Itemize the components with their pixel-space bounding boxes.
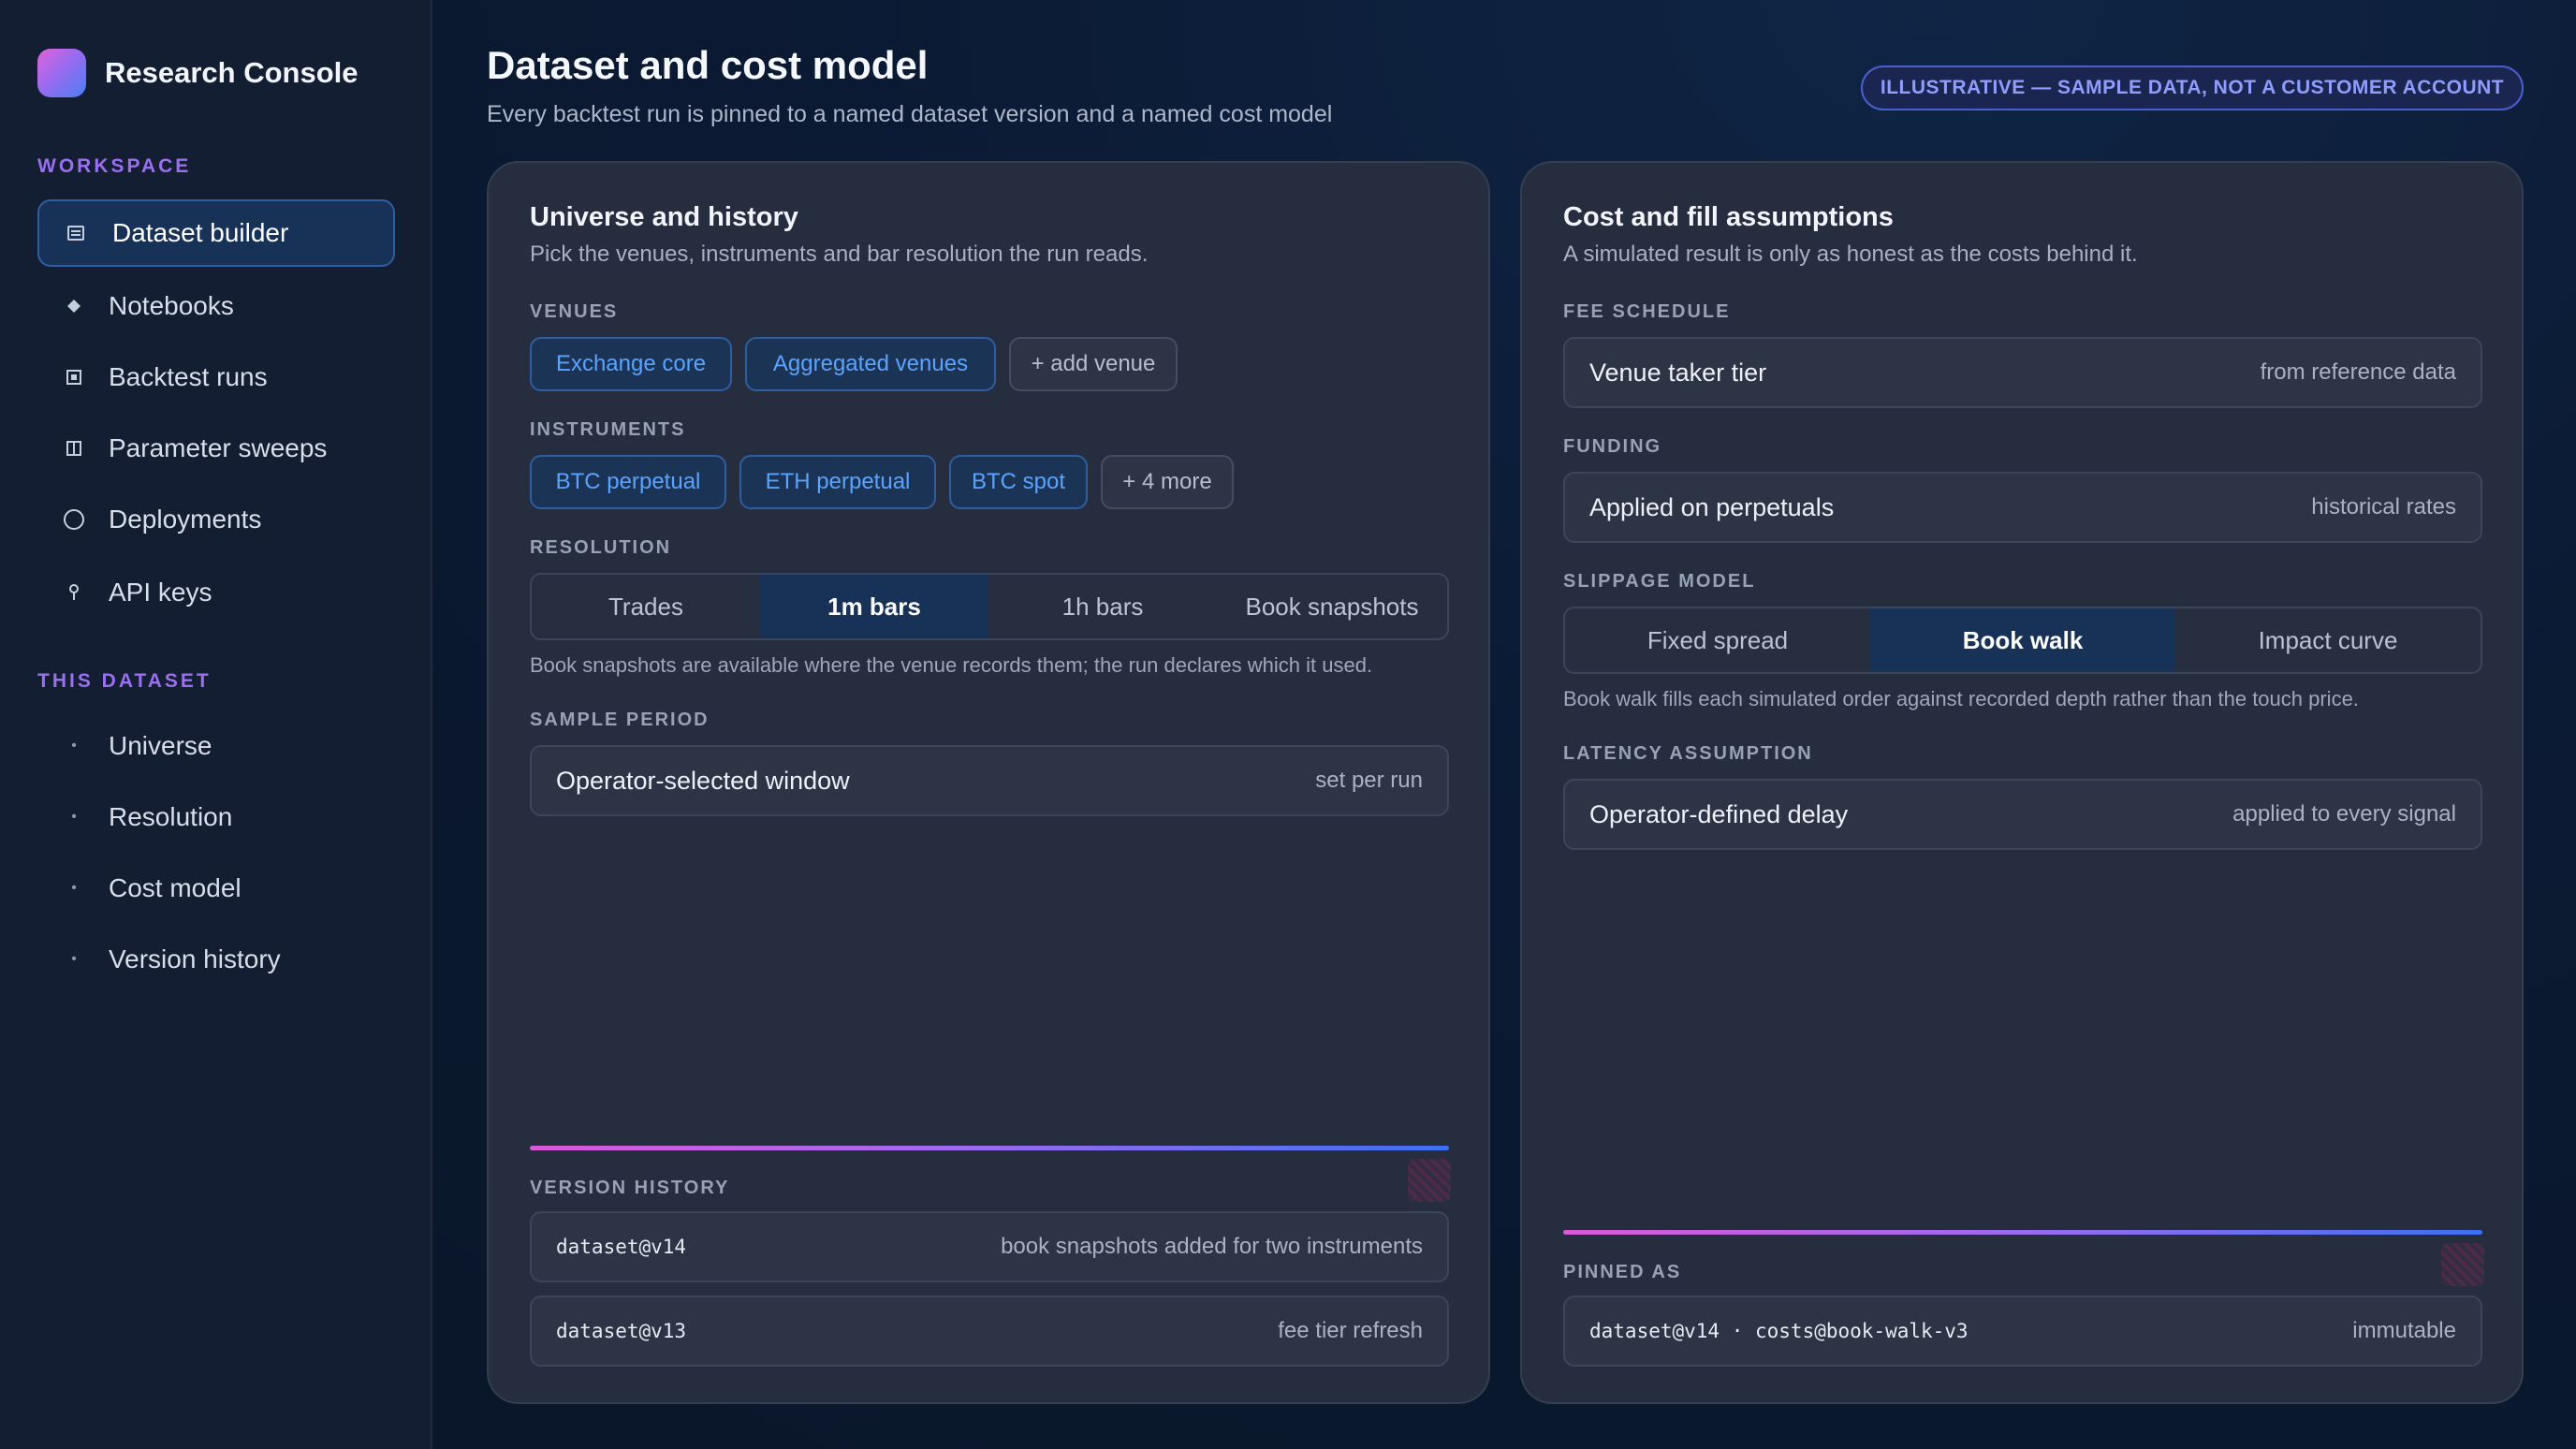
costs-panel: Cost and fill assumptions A simulated re… (1520, 161, 2524, 1404)
resolution-option-1m-bars[interactable]: 1m bars (760, 575, 988, 638)
instrument-chip[interactable]: BTC spot (949, 455, 1088, 509)
funding-label: FUNDING (1563, 436, 1662, 457)
funding-value: Applied on perpetuals (1589, 492, 1835, 521)
dataset-icon (64, 224, 88, 242)
bullet-icon: • (71, 809, 77, 825)
instruments-label: INSTRUMENTS (530, 419, 686, 440)
fee-schedule-field[interactable]: Venue taker tier from reference data (1563, 337, 2482, 408)
instrument-chip[interactable]: ETH perpetual (739, 455, 936, 509)
venues-label: VENUES (530, 301, 619, 322)
version-note: book snapshots added for two instruments (1001, 1234, 1423, 1259)
version-history-label: VERSION HISTORY (530, 1178, 730, 1198)
pinned-status: immutable (2352, 1318, 2456, 1343)
add-venue-button[interactable]: + add venue (1009, 337, 1178, 391)
sidebar-item-resolution[interactable]: • Resolution (37, 783, 395, 851)
latency-value: Operator-defined delay (1589, 799, 1849, 828)
sidebar-item-deployments[interactable]: Deployments (37, 486, 395, 553)
sidebar-item-backtest-runs[interactable]: Backtest runs (37, 344, 395, 411)
resolution-option-trades[interactable]: Trades (532, 575, 760, 638)
version-row[interactable]: dataset@v14 book snapshots added for two… (530, 1211, 1449, 1282)
venue-chip[interactable]: Exchange core (530, 337, 732, 391)
brand-logo (37, 49, 86, 97)
venue-chip[interactable]: Aggregated venues (745, 337, 996, 391)
this-dataset-section-label: THIS DATASET (37, 670, 212, 692)
fee-schedule-label: FEE SCHEDULE (1563, 301, 1731, 322)
sidebar-item-label: Resolution (109, 802, 233, 831)
sidebar-item-cost-model[interactable]: • Cost model (37, 855, 395, 922)
version-row[interactable]: dataset@v13 fee tier refresh (530, 1295, 1449, 1367)
funding-hint: historical rates (2311, 494, 2456, 520)
version-note: fee tier refresh (1278, 1318, 1423, 1343)
sidebar-item-label: Deployments (109, 505, 262, 534)
sidebar-item-parameter-sweeps[interactable]: Parameter sweeps (37, 415, 395, 482)
pinned-as-field[interactable]: dataset@v14 · costs@book-walk-v3 immutab… (1563, 1295, 2482, 1367)
brand-name: Research Console (105, 56, 359, 89)
sidebar: Research Console WORKSPACE Dataset build… (0, 0, 432, 1449)
fee-schedule-value: Venue taker tier (1589, 358, 1767, 387)
panel-title: Universe and history (530, 202, 798, 232)
latency-label: LATENCY ASSUMPTION (1563, 743, 1813, 764)
slippage-segmented-control: Fixed spread Book walk Impact curve (1563, 607, 2482, 674)
universe-panel: Universe and history Pick the venues, in… (487, 161, 1490, 1404)
slippage-model-label: SLIPPAGE MODEL (1563, 571, 1756, 592)
pinned-value: dataset@v14 · costs@book-walk-v3 (1589, 1320, 1969, 1342)
sidebar-item-universe[interactable]: • Universe (37, 712, 395, 780)
sidebar-item-label: Notebooks (109, 291, 234, 320)
sidebar-item-label: Dataset builder (112, 218, 289, 247)
page-title: Dataset and cost model (487, 43, 929, 87)
page-subtitle: Every backtest run is pinned to a named … (487, 101, 1333, 127)
sidebar-item-label: Backtest runs (109, 362, 268, 391)
sample-period-field[interactable]: Operator-selected window set per run (530, 745, 1449, 816)
sidebar-item-notebooks[interactable]: Notebooks (37, 272, 395, 340)
slippage-option-book-walk[interactable]: Book walk (1870, 608, 2175, 672)
sample-period-value: Operator-selected window (556, 766, 850, 795)
bullet-icon: • (71, 951, 77, 967)
pinned-as-label: PINNED AS (1563, 1262, 1682, 1282)
sidebar-item-label: Cost model (109, 873, 242, 902)
sidebar-item-dataset-builder[interactable]: Dataset builder (37, 199, 395, 267)
slippage-note: Book walk fills each simulated order aga… (1563, 687, 2359, 710)
resolution-label: RESOLUTION (530, 537, 672, 558)
version-id: dataset@v14 (556, 1236, 687, 1258)
panel-subtitle: Pick the venues, instruments and bar res… (530, 242, 1149, 267)
resolution-segmented-control: Trades 1m bars 1h bars Book snapshots (530, 573, 1449, 640)
pattern-mark (1408, 1159, 1451, 1202)
sidebar-item-label: API keys (109, 578, 212, 607)
deploy-icon (62, 508, 86, 531)
resolution-option-book-snapshots[interactable]: Book snapshots (1217, 575, 1447, 638)
bullet-icon: • (71, 738, 77, 754)
notebook-icon (62, 297, 86, 315)
sidebar-item-label: Parameter sweeps (109, 433, 328, 462)
workspace-section-label: WORKSPACE (37, 155, 192, 177)
funding-field[interactable]: Applied on perpetuals historical rates (1563, 472, 2482, 543)
latency-hint: applied to every signal (2232, 801, 2456, 827)
illustrative-badge: ILLUSTRATIVE — SAMPLE DATA, NOT A CUSTOM… (1861, 66, 2524, 110)
bullet-icon: • (71, 880, 77, 896)
resolution-note: Book snapshots are available where the v… (530, 653, 1373, 677)
sidebar-item-label: Version history (109, 944, 281, 973)
fee-schedule-hint: from reference data (2260, 359, 2456, 385)
slippage-option-impact-curve[interactable]: Impact curve (2175, 608, 2481, 672)
more-instruments-button[interactable]: + 4 more (1101, 455, 1234, 509)
sidebar-item-api-keys[interactable]: API keys (37, 559, 395, 626)
panel-title: Cost and fill assumptions (1563, 202, 1894, 232)
latency-field[interactable]: Operator-defined delay applied to every … (1563, 779, 2482, 850)
brand: Research Console (37, 49, 359, 97)
section-divider (1563, 1230, 2482, 1235)
sidebar-item-label: Universe (109, 731, 212, 760)
sweep-icon (62, 439, 86, 458)
instrument-chip[interactable]: BTC perpetual (530, 455, 726, 509)
sample-period-label: SAMPLE PERIOD (530, 710, 710, 730)
slippage-option-fixed-spread[interactable]: Fixed spread (1565, 608, 1870, 672)
pattern-mark (2441, 1243, 2484, 1286)
sidebar-item-version-history[interactable]: • Version history (37, 926, 395, 993)
version-id: dataset@v13 (556, 1320, 687, 1342)
backtest-icon (62, 368, 86, 387)
section-divider (530, 1146, 1449, 1150)
panel-subtitle: A simulated result is only as honest as … (1563, 242, 2138, 267)
sample-period-hint: set per run (1315, 768, 1423, 793)
resolution-option-1h-bars[interactable]: 1h bars (988, 575, 1217, 638)
key-icon (62, 582, 86, 603)
